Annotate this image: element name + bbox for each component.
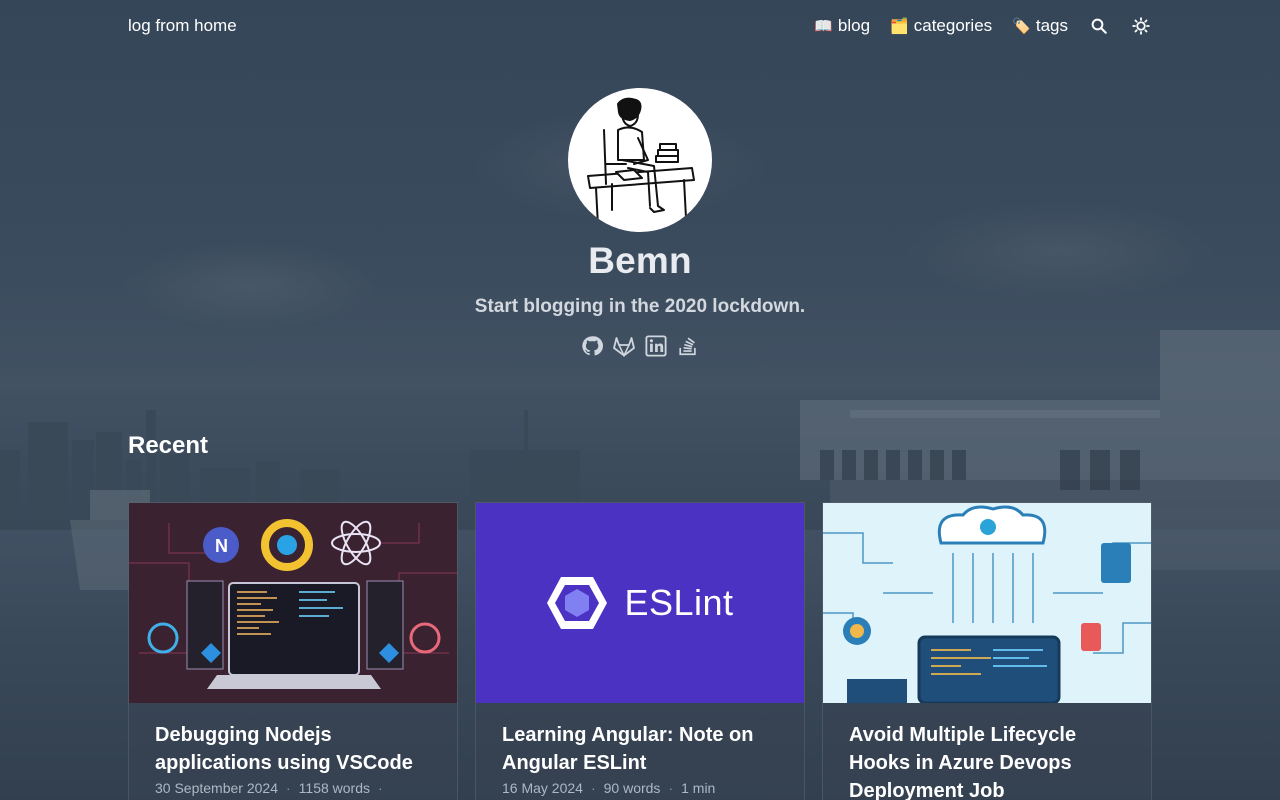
post-word-count: 90 words xyxy=(603,780,661,796)
profile-tagline: Start blogging in the 2020 lockdown. xyxy=(474,296,806,317)
github-icon xyxy=(582,336,603,356)
label-tag-icon: 🏷️ xyxy=(1012,17,1031,35)
gitlab-icon xyxy=(613,337,635,357)
book-icon: 📖 xyxy=(814,17,833,35)
nav-item-blog[interactable]: 📖 blog xyxy=(814,16,870,36)
sun-icon xyxy=(1132,17,1150,35)
post-card-body: Avoid Multiple Lifecycle Hooks in Azure … xyxy=(823,703,1151,800)
stackoverflow-link[interactable] xyxy=(676,334,700,358)
post-card-body: Learning Angular: Note on Angular ESLint… xyxy=(476,703,804,800)
recent-heading: Recent xyxy=(128,432,209,459)
post-word-count: 1158 words xyxy=(298,780,370,796)
post-card-body: Debugging Nodejs applications using VSCo… xyxy=(129,703,457,800)
profile-section: Bemn Start blogging in the 2020 lockdown… xyxy=(0,88,1280,358)
post-meta: 16 May 2024 · 90 words · 1 min xyxy=(502,780,778,796)
site-brand-link[interactable]: log from home xyxy=(128,16,237,36)
top-navbar: log from home 📖 blog 🗂️ categories 🏷️ ta… xyxy=(0,0,1280,52)
post-read-time: 1 min xyxy=(681,780,716,796)
social-links xyxy=(580,334,700,358)
avatar xyxy=(568,88,712,232)
card-index-dividers-icon: 🗂️ xyxy=(890,17,909,35)
recent-posts-list: N Debugging Nodejs applications using VS… xyxy=(128,502,1152,800)
github-link[interactable] xyxy=(580,334,604,358)
post-card[interactable]: N Debugging Nodejs applications using VS… xyxy=(128,502,458,800)
post-card[interactable]: Avoid Multiple Lifecycle Hooks in Azure … xyxy=(822,502,1152,800)
meta-separator: · xyxy=(285,780,291,796)
nav-item-label: blog xyxy=(837,16,871,35)
eslint-wordmark: ESLint xyxy=(624,582,734,623)
theme-toggle-button[interactable] xyxy=(1130,15,1152,37)
meta-separator: · xyxy=(378,780,383,796)
nav-menu: 📖 blog 🗂️ categories 🏷️ tags xyxy=(814,15,1152,37)
post-date: 16 May 2024 xyxy=(502,780,583,796)
post-thumbnail-eslint: ESLint xyxy=(476,503,804,703)
post-title[interactable]: Avoid Multiple Lifecycle Hooks in Azure … xyxy=(849,721,1125,800)
svg-text:N: N xyxy=(215,536,228,556)
linkedin-link[interactable] xyxy=(644,334,668,358)
post-thumbnail-azure-devops xyxy=(823,503,1151,703)
nav-item-label: categories xyxy=(913,16,993,35)
eslint-logo-icon xyxy=(547,577,608,629)
search-icon xyxy=(1091,18,1107,34)
linkedin-icon xyxy=(645,335,667,357)
post-meta: 30 September 2024 · 1158 words · xyxy=(155,780,431,796)
post-title[interactable]: Learning Angular: Note on Angular ESLint xyxy=(502,721,778,777)
meta-separator: · xyxy=(668,780,674,796)
post-date: 30 September 2024 xyxy=(155,780,278,796)
meta-separator: · xyxy=(590,780,596,796)
post-title[interactable]: Debugging Nodejs applications using VSCo… xyxy=(155,721,431,777)
person-at-desk-illustration xyxy=(587,97,695,227)
search-button[interactable] xyxy=(1088,15,1110,37)
nav-item-tags[interactable]: 🏷️ tags xyxy=(1012,16,1068,36)
gitlab-link[interactable] xyxy=(612,334,636,358)
post-card[interactable]: ESLint Learning Angular: Note on Angular… xyxy=(475,502,805,800)
post-thumbnail-nodejs-vscode: N xyxy=(129,503,457,703)
profile-name: Bemn xyxy=(588,240,692,281)
stackoverflow-icon xyxy=(679,337,696,356)
nav-item-categories[interactable]: 🗂️ categories xyxy=(890,16,992,36)
nav-item-label: tags xyxy=(1035,16,1068,35)
